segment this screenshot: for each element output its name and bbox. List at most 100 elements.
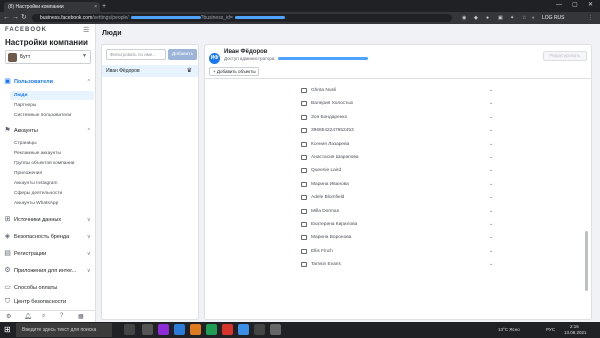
bookmark-icon[interactable]: ☆ <box>522 14 526 22</box>
add-button[interactable]: Добавить <box>168 49 197 60</box>
weather-text[interactable]: 13°C Ясно <box>498 327 520 332</box>
app-icon[interactable] <box>238 324 249 335</box>
asset-row[interactable]: Анастасия Шарапова ⌄ <box>205 152 591 164</box>
sidebar-section-users[interactable]: ▣ Пользователи ^ <box>0 76 96 88</box>
sidebar-section-payment-methods[interactable]: ▭ Способы оплаты <box>0 282 96 294</box>
asset-name: Екатерина Кирилова <box>311 222 358 227</box>
asset-row[interactable]: Ghnta Nusli ⌄ <box>205 85 591 97</box>
help-icon[interactable]: ? <box>60 313 63 319</box>
sidebar-item-asset-groups[interactable]: Группы объектов компании <box>10 159 94 168</box>
asset-row[interactable]: 3968542247852453 ⌄ <box>205 125 591 137</box>
chevron-down-icon[interactable]: ⌄ <box>489 234 493 240</box>
asset-row[interactable]: Adele Blomfield ⌄ <box>205 192 591 204</box>
task-view-icon[interactable] <box>124 324 135 335</box>
sidebar-item-people[interactable]: Люди <box>10 91 94 100</box>
menu-icon[interactable]: ☰ <box>83 26 89 34</box>
main-content: Люди Фильтровать по име... Добавить Иван… <box>96 24 600 322</box>
asset-row[interactable]: Марина Иванова ⌄ <box>205 179 591 191</box>
asset-row[interactable]: Валерия Холостых ⌄ <box>205 98 591 110</box>
sidebar-item-lines-of-business[interactable]: Сферы деятельности <box>10 189 94 198</box>
back-icon[interactable]: ← <box>3 13 10 23</box>
sidebar-item-ad-accounts[interactable]: Рекламные аккаунты <box>10 149 94 158</box>
forward-icon[interactable]: → <box>12 13 19 23</box>
asset-row[interactable]: Ellis Finch ⌄ <box>205 246 591 258</box>
sidebar-item-apps[interactable]: Приложения <box>10 169 94 178</box>
app-icon[interactable] <box>254 324 265 335</box>
chevron-down-icon[interactable]: ⌄ <box>489 87 493 93</box>
chevron-down-icon[interactable]: ⌄ <box>489 181 493 187</box>
app-icon[interactable] <box>190 324 201 335</box>
chevron-down-icon[interactable]: ⌄ <box>489 221 493 227</box>
clock-time[interactable]: 2:16 <box>570 324 579 329</box>
asset-row[interactable]: Марина Воронова ⌄ <box>205 232 591 244</box>
chevron-down-icon[interactable]: ⌄ <box>489 114 493 120</box>
asset-row[interactable]: Зоя Бондаренко ⌄ <box>205 112 591 124</box>
asset-row[interactable]: Tamsin Evans ⌄ <box>205 259 591 271</box>
sidebar-item-whatsapp-accounts[interactable]: Аккаунты WhatsApp <box>10 199 94 208</box>
app-icon[interactable] <box>222 324 233 335</box>
close-tab-icon[interactable]: × <box>94 2 97 12</box>
minimize-icon[interactable]: — <box>556 1 562 10</box>
sidebar-section-registrations[interactable]: ▤ Регистрации v <box>0 248 96 260</box>
new-tab-button[interactable]: + <box>102 2 106 11</box>
browser-tab[interactable]: (8) Настройки компании × <box>4 2 100 12</box>
extension-icon[interactable]: ▣ <box>498 14 503 22</box>
taskbar-search-input[interactable]: Введите здесь текст для поиска <box>16 323 112 337</box>
chevron-down-icon[interactable]: ⌄ <box>489 248 493 254</box>
app-icon[interactable] <box>142 324 153 335</box>
sidebar-section-integrations[interactable]: ⚙ Приложения для интег... v <box>0 265 96 277</box>
asset-row[interactable]: Екатерина Кирилова ⌄ <box>205 219 591 231</box>
app-icon[interactable] <box>174 324 185 335</box>
search-input[interactable]: Фильтровать по име... <box>106 49 166 60</box>
edit-button[interactable]: Редактировать <box>543 51 587 61</box>
sidebar-section-data-sources[interactable]: ⊞ Источники данных v <box>0 214 96 226</box>
sidebar-item-system-users[interactable]: Системные пользователи <box>10 111 94 120</box>
chevron-down-icon[interactable]: ⌄ <box>489 141 493 147</box>
sidebar-item-pages[interactable]: Страницы <box>10 139 94 148</box>
settings-icon[interactable]: ⚙ <box>6 313 11 320</box>
notifications-icon[interactable]: 🔔︎ <box>24 313 32 320</box>
clock-date[interactable]: 13.08.2021 <box>564 330 587 335</box>
chevron-down-icon[interactable]: ⌄ <box>489 194 493 200</box>
asset-row[interactable]: Ксения Лазарева ⌄ <box>205 139 591 151</box>
reload-icon[interactable]: ↻ <box>21 13 27 23</box>
extension-icon[interactable]: ◉ <box>462 14 466 22</box>
profile-icon[interactable]: ◐ <box>532 14 535 22</box>
sidebar-section-label: Способы оплаты <box>14 285 58 291</box>
account-button[interactable]: LOG RUS <box>542 14 565 22</box>
chevron-down-icon[interactable]: ⌄ <box>489 167 493 173</box>
sidebar-section-brand-safety[interactable]: ◈ Безопасность бренда v <box>0 231 96 243</box>
extension-icon[interactable]: ◆ <box>474 14 478 22</box>
page-asset-icon <box>301 168 307 174</box>
language-indicator[interactable]: РУС <box>546 327 555 332</box>
sidebar-item-partners[interactable]: Партнеры <box>10 101 94 110</box>
asset-row[interactable]: Queenie Laird ⌄ <box>205 165 591 177</box>
maximize-icon[interactable]: ▢ <box>572 1 578 10</box>
asset-row[interactable]: Milla Dorman ⌄ <box>205 206 591 218</box>
windows-start-icon[interactable]: ⊞ <box>4 326 12 334</box>
sidebar-section-accounts[interactable]: ⚑ Аккаунты ^ <box>0 125 96 137</box>
window-close-icon[interactable]: ✕ <box>588 1 593 10</box>
address-bar[interactable]: business.facebook.com/settings/people/ ?b… <box>32 14 452 22</box>
chevron-down-icon[interactable]: ⌄ <box>489 208 493 214</box>
search-icon[interactable]: ⌕ <box>42 313 45 320</box>
extension-icon[interactable]: ✦ <box>510 14 514 22</box>
chevron-down-icon[interactable]: ⌄ <box>489 154 493 160</box>
chevron-down-icon[interactable]: ⌄ <box>489 100 493 106</box>
grid-icon[interactable]: ▦ <box>78 313 84 320</box>
sidebar-item-instagram-accounts[interactable]: Аккаунты Instagram <box>10 179 94 188</box>
business-account-selector[interactable]: Бутт ▼ <box>5 50 91 64</box>
app-icon[interactable] <box>206 324 217 335</box>
chevron-down-icon[interactable]: ⌄ <box>489 261 493 267</box>
role-text: Доступ администратора: <box>224 56 276 61</box>
extension-icon[interactable]: ● <box>486 14 489 22</box>
sidebar-section-security-center[interactable]: ⛉ Центр безопасности <box>0 296 96 308</box>
chevron-down-icon[interactable]: ⌄ <box>489 127 493 133</box>
scrollbar[interactable] <box>585 231 588 291</box>
add-assets-button[interactable]: + Добавить объекты <box>209 67 259 76</box>
person-detail-panel: ИФ Иван Фёдоров Доступ администратора: +… <box>204 44 592 320</box>
menu-icon[interactable]: ⋮ <box>588 14 593 22</box>
list-item[interactable]: Иван Фёдоров ♛ <box>102 65 198 77</box>
app-icon[interactable] <box>158 324 169 335</box>
browser-app-icon[interactable] <box>270 324 281 335</box>
